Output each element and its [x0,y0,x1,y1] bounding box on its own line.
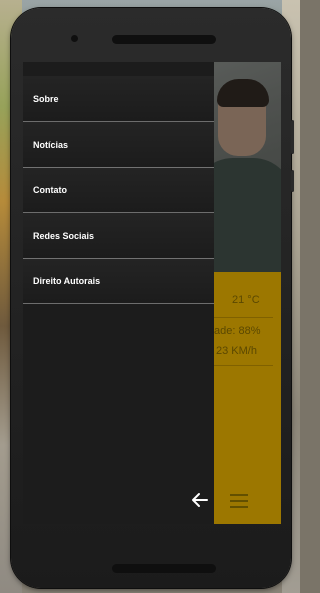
bottom-speaker [112,564,216,573]
drawer-item-sobre[interactable]: Sobre [23,76,214,122]
top-speaker [112,35,216,44]
volume-button [291,120,294,154]
drawer-item-label: Contato [33,184,67,195]
drawer-item-label: Sobre [33,93,59,104]
drawer-item-label: Redes Sociais [33,230,95,241]
arrow-left-icon[interactable] [191,492,209,508]
front-camera [71,35,78,42]
app-screen: 21 °C ade: 88% 23 KM/h Sobre Notícias Co… [23,62,281,524]
drawer-item-label: Notícias [33,139,69,150]
drawer-item-direito-autorais[interactable]: Direito Autorais [23,258,214,304]
drawer-item-contato[interactable]: Contato [23,167,214,213]
power-button [291,170,294,192]
navigation-drawer: Sobre Notícias Contato Redes Sociais Dir… [23,62,214,524]
drawer-item-redes-sociais[interactable]: Redes Sociais [23,213,214,259]
drawer-item-noticias[interactable]: Notícias [23,122,214,168]
drawer-item-label: Direito Autorais [33,275,101,286]
